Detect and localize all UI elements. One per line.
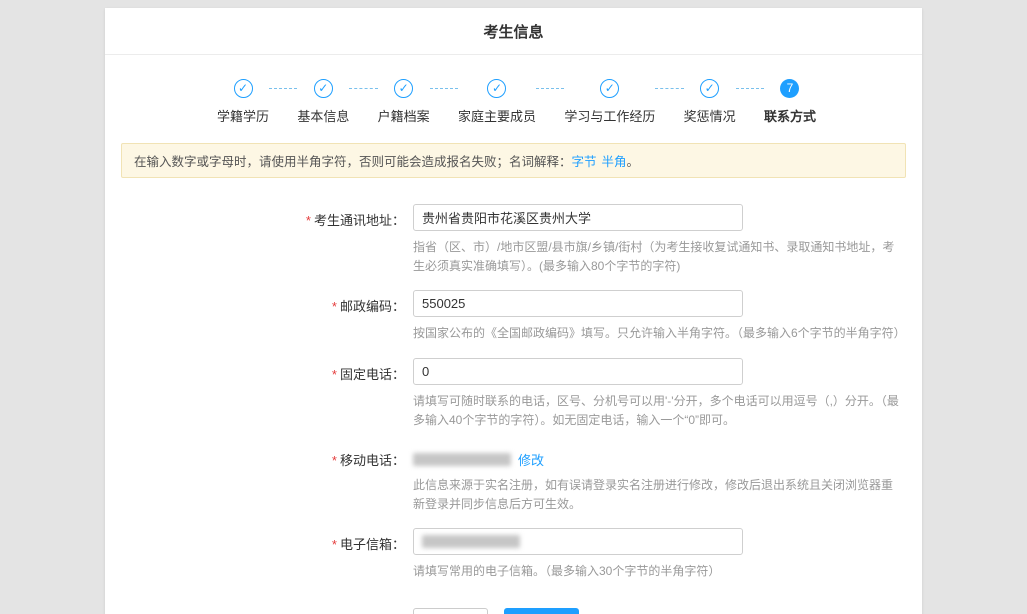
mobile-label: *移动电话： bbox=[105, 444, 405, 514]
step-label: 户籍档案 bbox=[378, 106, 430, 125]
check-icon: ✓ bbox=[394, 79, 413, 98]
redacted-mobile-number bbox=[413, 453, 511, 466]
step-study-work-experience[interactable]: ✓ 学习与工作经历 bbox=[564, 79, 655, 125]
contact-info-form: *考生通讯地址： 指省（区、市）/地市区盟/县市旗/乡镇/街村（为考生接收复试通… bbox=[105, 204, 922, 614]
halfwidth-notice-bar: 在输入数字或字母时，请使用半角字符，否则可能会造成报名失败；名词解释：字节半角。 bbox=[121, 143, 906, 178]
field-label-text: 电子信箱： bbox=[340, 537, 405, 552]
address-input[interactable] bbox=[413, 204, 743, 231]
check-icon: ✓ bbox=[314, 79, 333, 98]
prev-step-button[interactable]: 上一步 bbox=[413, 608, 488, 614]
landline-help-text: 请填写可随时联系的电话，区号、分机号可以用'-'分开，多个电话可以用逗号（,）分… bbox=[413, 392, 904, 430]
step-label: 基本信息 bbox=[297, 106, 349, 125]
check-icon: ✓ bbox=[234, 79, 253, 98]
notice-text: 在输入数字或字母时，请使用半角字符，否则可能会造成报名失败；名词解释： bbox=[134, 155, 572, 169]
step-number-badge: 7 bbox=[780, 79, 799, 98]
required-asterisk: * bbox=[332, 299, 337, 314]
edit-mobile-link[interactable]: 修改 bbox=[518, 453, 544, 468]
step-contact-info[interactable]: 7 联系方式 bbox=[764, 79, 816, 125]
address-help-text: 指省（区、市）/地市区盟/县市旗/乡镇/街村（为考生接收复试通知书、录取通知书地… bbox=[413, 238, 904, 276]
email-help-text: 请填写常用的电子信箱。（最多输入30个字节的半角字符） bbox=[413, 562, 904, 581]
field-label-text: 邮政编码： bbox=[340, 299, 405, 314]
wizard-stepper: ✓ 学籍学历 ✓ 基本信息 ✓ 户籍档案 ✓ 家庭主要成员 ✓ 学习与工作经历 … bbox=[105, 55, 922, 125]
required-asterisk: * bbox=[332, 453, 337, 468]
candidate-info-card: 考生信息 ✓ 学籍学历 ✓ 基本信息 ✓ 户籍档案 ✓ 家庭主要成员 ✓ 学习与… bbox=[105, 8, 922, 614]
check-icon: ✓ bbox=[600, 79, 619, 98]
mobile-help-text: 此信息来源于实名注册，如有误请登录实名注册进行修改，修改后退出系统且关闭浏览器重… bbox=[413, 476, 904, 514]
landline-row: *固定电话： 请填写可随时联系的电话，区号、分机号可以用'-'分开，多个电话可以… bbox=[105, 358, 922, 430]
field-label-text: 移动电话： bbox=[340, 453, 405, 468]
step-label: 学习与工作经历 bbox=[564, 106, 655, 125]
step-label: 奖惩情况 bbox=[684, 106, 736, 125]
address-row: *考生通讯地址： 指省（区、市）/地市区盟/县市旗/乡镇/街村（为考生接收复试通… bbox=[105, 204, 922, 276]
step-basic-info[interactable]: ✓ 基本信息 bbox=[297, 79, 349, 125]
email-row: *电子信箱： 请填写常用的电子信箱。（最多输入30个字节的半角字符） bbox=[105, 528, 922, 581]
postcode-label: *邮政编码： bbox=[105, 290, 405, 343]
required-asterisk: * bbox=[332, 537, 337, 552]
postcode-row: *邮政编码： 按国家公布的《全国邮政编码》填写。只允许输入半角字符。（最多输入6… bbox=[105, 290, 922, 343]
step-connector bbox=[430, 88, 458, 89]
next-step-button[interactable]: 下一步 bbox=[504, 608, 579, 614]
postcode-help-text: 按国家公布的《全国邮政编码》填写。只允许输入半角字符。（最多输入6个字节的半角字… bbox=[413, 324, 904, 343]
step-connector bbox=[269, 88, 297, 89]
check-icon: ✓ bbox=[487, 79, 506, 98]
email-label: *电子信箱： bbox=[105, 528, 405, 581]
postcode-input[interactable] bbox=[413, 290, 743, 317]
notice-suffix: 。 bbox=[627, 155, 640, 169]
email-input[interactable] bbox=[413, 528, 743, 555]
field-label-text: 考生通讯地址： bbox=[314, 213, 405, 228]
redacted-email-value bbox=[422, 535, 520, 548]
step-education-status[interactable]: ✓ 学籍学历 bbox=[217, 79, 269, 125]
step-label: 学籍学历 bbox=[217, 106, 269, 125]
check-icon: ✓ bbox=[700, 79, 719, 98]
step-connector bbox=[655, 88, 683, 89]
step-family-members[interactable]: ✓ 家庭主要成员 bbox=[458, 79, 536, 125]
landline-input[interactable] bbox=[413, 358, 743, 385]
step-label: 家庭主要成员 bbox=[458, 106, 536, 125]
step-connector bbox=[736, 88, 764, 89]
page-title: 考生信息 bbox=[105, 8, 922, 55]
required-asterisk: * bbox=[332, 367, 337, 382]
field-label-text: 固定电话： bbox=[340, 367, 405, 382]
step-connector bbox=[349, 88, 377, 89]
mobile-row: *移动电话： 修改 此信息来源于实名注册，如有误请登录实名注册进行修改，修改后退… bbox=[105, 444, 922, 514]
address-label: *考生通讯地址： bbox=[105, 204, 405, 276]
step-rewards-punishments[interactable]: ✓ 奖惩情况 bbox=[684, 79, 736, 125]
required-asterisk: * bbox=[306, 213, 311, 228]
landline-label: *固定电话： bbox=[105, 358, 405, 430]
step-connector bbox=[536, 88, 564, 89]
step-label: 联系方式 bbox=[764, 106, 816, 125]
step-household-registration[interactable]: ✓ 户籍档案 bbox=[378, 79, 430, 125]
form-actions: 上一步 下一步 bbox=[413, 608, 922, 614]
halfwidth-term-link[interactable]: 半角 bbox=[602, 155, 627, 169]
byte-term-link[interactable]: 字节 bbox=[572, 155, 597, 169]
